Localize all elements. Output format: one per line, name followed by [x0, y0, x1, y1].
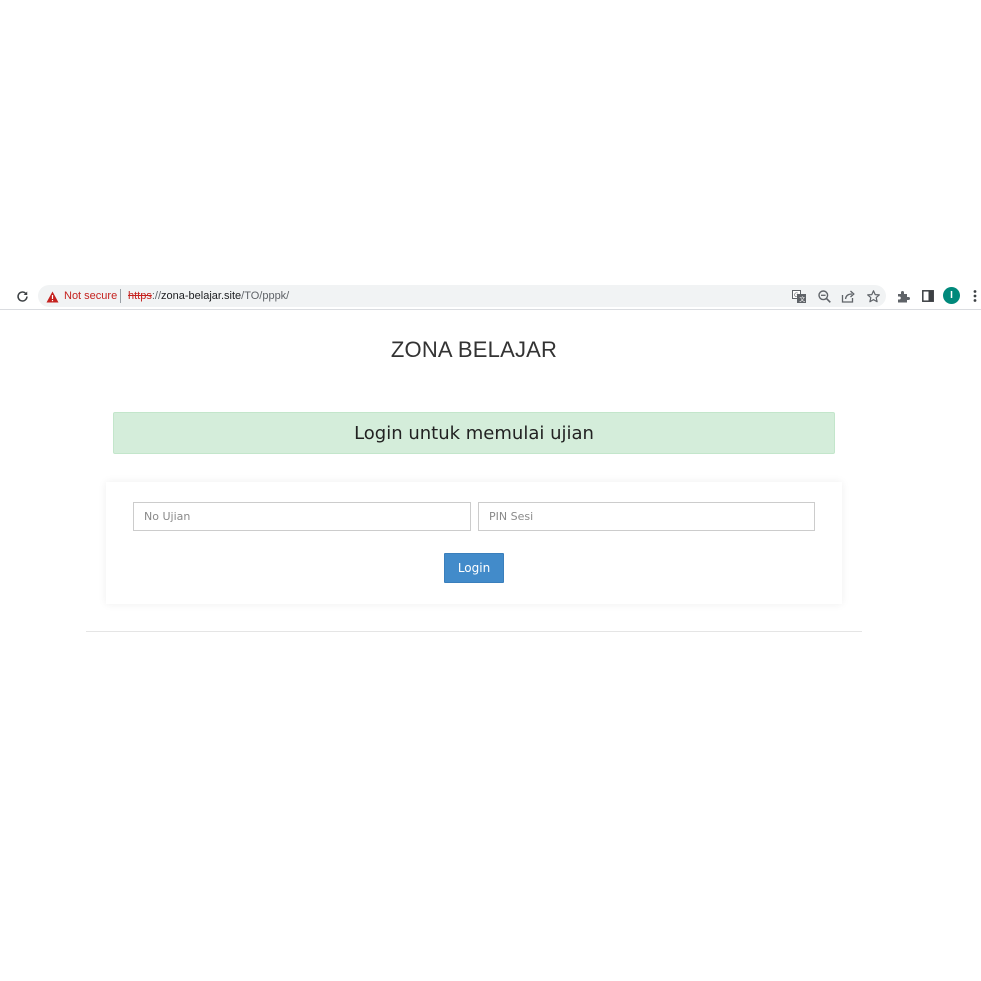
extensions-icon[interactable] — [895, 288, 911, 304]
side-panel-icon[interactable] — [920, 288, 936, 304]
svg-text:文: 文 — [799, 295, 805, 303]
site-title: ZONA BELAJAR — [390, 337, 558, 362]
bookmark-star-icon[interactable] — [865, 288, 881, 304]
url-divider — [120, 289, 121, 303]
no-ujian-input[interactable] — [133, 502, 471, 531]
profile-avatar[interactable]: I — [943, 287, 960, 304]
screenshot-stage: › Not secure https://zona-belajar.site/T… — [0, 0, 981, 981]
url-separator: :// — [151, 290, 162, 302]
zoom-out-icon[interactable] — [816, 288, 832, 304]
footer-divider — [86, 631, 862, 632]
url-scheme: https — [128, 290, 152, 302]
warning-icon[interactable] — [46, 290, 59, 303]
translate-icon[interactable]: G 文 — [791, 288, 807, 304]
reload-icon[interactable] — [13, 287, 31, 305]
security-status-label[interactable]: Not secure — [64, 289, 117, 303]
login-panel — [106, 482, 842, 604]
login-alert-banner: Login untuk memulai ujian — [113, 412, 835, 454]
share-icon[interactable] — [840, 288, 856, 304]
url-text[interactable]: https://zona-belajar.site/TO/pppk/ — [128, 289, 289, 303]
menu-kebab-icon[interactable] — [970, 288, 980, 304]
login-button[interactable]: Login — [444, 553, 504, 583]
forward-arrow-icon[interactable]: › — [0, 290, 3, 302]
pin-sesi-input[interactable] — [478, 502, 815, 531]
url-path: /TO/pppk/ — [241, 290, 290, 302]
toolbar-divider — [0, 309, 981, 310]
url-host: zona-belajar.site — [161, 290, 242, 302]
alert-text: Login untuk memulai ujian — [354, 422, 594, 444]
